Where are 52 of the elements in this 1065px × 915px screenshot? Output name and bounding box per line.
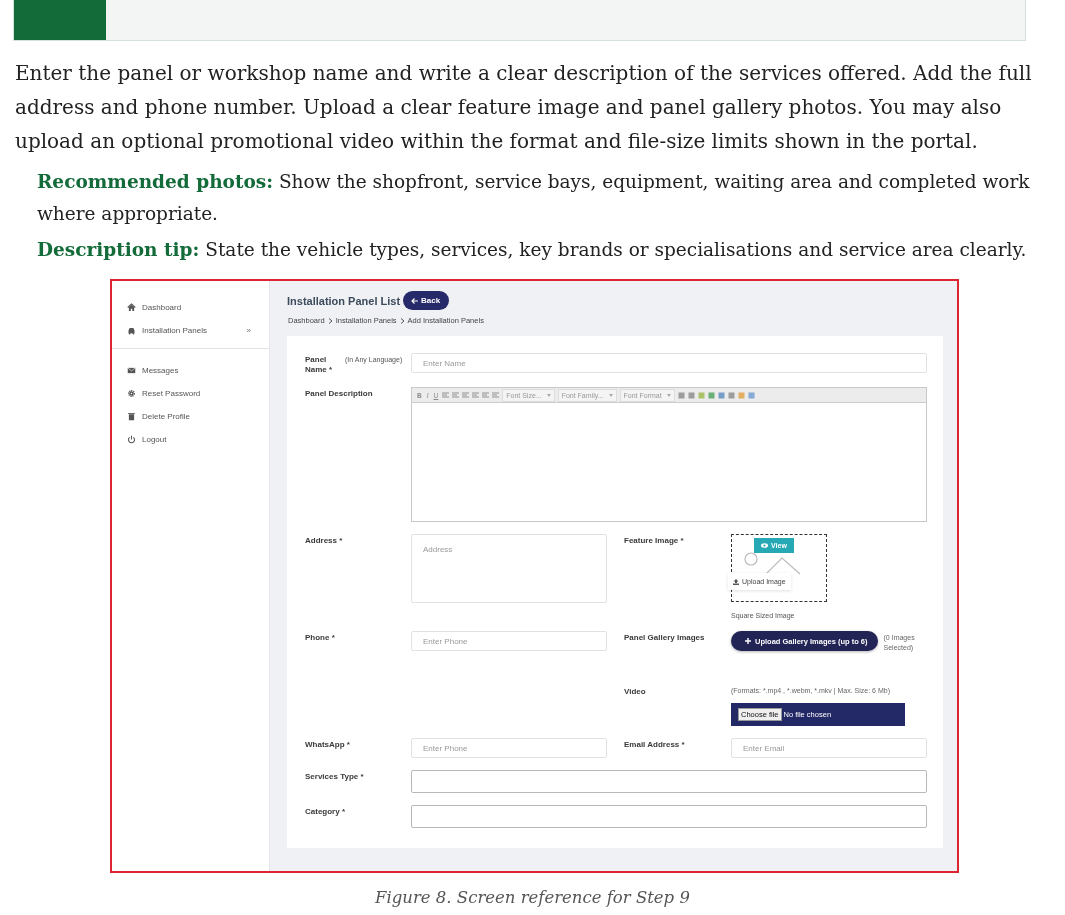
sidebar-item[interactable]: Installation Panels » bbox=[112, 319, 269, 342]
field-label: Panel Gallery Images bbox=[624, 633, 705, 642]
field-label: Services Type * bbox=[305, 772, 364, 781]
field-label: Category * bbox=[305, 807, 345, 816]
text-input[interactable]: Enter Name bbox=[411, 353, 927, 373]
car-icon bbox=[127, 326, 136, 335]
align-icon[interactable] bbox=[452, 391, 460, 399]
align-icon[interactable] bbox=[482, 391, 490, 399]
home-icon bbox=[127, 303, 136, 312]
text-input[interactable]: Enter Email bbox=[731, 738, 927, 758]
field-label: Email Address * bbox=[624, 740, 685, 749]
caret-icon bbox=[546, 393, 551, 397]
align-icon[interactable] bbox=[472, 391, 480, 399]
power-icon bbox=[127, 435, 136, 444]
field-label: Address * bbox=[305, 536, 343, 545]
envelope-icon bbox=[127, 366, 136, 375]
chevron-right-icon bbox=[327, 317, 333, 324]
field-label: WhatsApp * bbox=[305, 740, 350, 749]
plus-icon bbox=[745, 638, 751, 644]
tip-paragraph: Recommended photos: Show the shopfront, service bays, equipment, waiting area and completed work where appropriate. bbox=[37, 170, 1031, 226]
align-icon[interactable] bbox=[442, 391, 450, 399]
sidebar-item[interactable]: Logout bbox=[112, 428, 269, 451]
expand-marker: » bbox=[246, 326, 251, 335]
intro-paragraph: Enter the panel or workshop name and write a clear description of the services offered. Add the full address and phone number. Upload a clear feature image and panel gallery photos. You may also upload an optional promotional video within the format and file-size limits shown in the portal. bbox=[15, 60, 1033, 155]
caret-icon bbox=[666, 393, 671, 397]
arrow-left-icon bbox=[411, 297, 419, 304]
tip-paragraph: Description tip: State the vehicle types, services, key brands or specialisations and service area clearly. bbox=[37, 238, 1028, 262]
page-title: Installation Panel List bbox=[287, 294, 401, 307]
field-label: Feature Image * bbox=[624, 536, 684, 545]
chevron-right-icon bbox=[399, 317, 405, 324]
sidebar-item[interactable]: Delete Profile bbox=[112, 405, 269, 428]
address-textarea[interactable]: Address bbox=[411, 534, 607, 603]
field-label: Video bbox=[624, 687, 646, 696]
field-label: Panel Name * bbox=[305, 355, 334, 375]
sidebar-item[interactable]: Messages bbox=[112, 359, 269, 382]
align-icon[interactable] bbox=[492, 391, 500, 399]
sidebar-item[interactable]: Reset Password bbox=[112, 382, 269, 405]
field-label: Panel Description bbox=[305, 389, 373, 398]
settings-icon bbox=[127, 389, 136, 398]
back-button[interactable]: Back bbox=[403, 291, 450, 310]
text-input[interactable]: Enter Phone bbox=[411, 631, 607, 651]
trash-icon bbox=[127, 412, 136, 421]
figure-caption: Figure 8. Screen reference for Step 9 bbox=[375, 888, 690, 907]
select-field[interactable] bbox=[411, 805, 927, 828]
field-label: Phone * bbox=[305, 633, 335, 642]
sidebar-item[interactable]: Dashboard bbox=[112, 296, 269, 319]
text-input[interactable]: Enter Phone bbox=[411, 738, 607, 758]
upload-icon bbox=[733, 578, 739, 585]
align-icon[interactable] bbox=[462, 391, 470, 399]
select-field[interactable] bbox=[411, 770, 927, 793]
eye-icon bbox=[761, 543, 768, 548]
caret-icon bbox=[608, 393, 613, 397]
